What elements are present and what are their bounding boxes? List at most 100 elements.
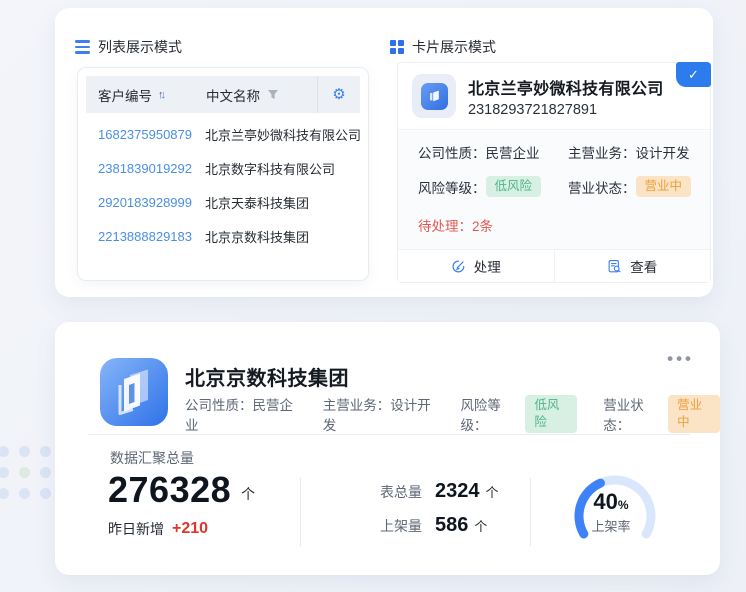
company-name: 北京兰亭妙微科技有限公司	[468, 75, 664, 99]
ellipsis-icon: •••	[667, 349, 694, 368]
deco-dot	[0, 467, 9, 478]
company-nature-field: 公司性质： 民营企业	[418, 142, 568, 162]
table-settings-cell: ⚙	[317, 76, 360, 113]
view-document-icon	[607, 259, 622, 274]
table-row[interactable]: 2381839019292 北京数字科技有限公司	[78, 151, 368, 185]
risk-level-field: 风险等级： 低风险	[418, 176, 568, 197]
divider	[88, 434, 690, 435]
table-total-stat: 表总量 2324 个	[380, 480, 499, 503]
customer-id-link[interactable]: 2381839019292	[98, 161, 205, 176]
decorative-dot-grid	[0, 446, 51, 499]
total-data-value: 276328	[108, 470, 231, 510]
risk-badge: 低风险	[486, 176, 542, 197]
table-body: 1682375950879 北京兰亭妙微科技有限公司 2381839019292…	[78, 117, 368, 253]
detail-company-name: 北京京数科技集团	[185, 362, 349, 391]
customer-name: 北京天泰科技集团	[205, 193, 309, 212]
pending-label: 待处理：	[418, 219, 472, 234]
card-mode-title: 卡片展示模式	[390, 37, 496, 57]
total-data-value-row: 276328 个	[108, 470, 255, 510]
view-button[interactable]: 查看	[554, 250, 711, 282]
column-customer-id: 客户编号 ↑↓	[86, 85, 206, 105]
total-data-label: 数据汇聚总量	[110, 448, 194, 468]
listed-stat: 上架量 586 个	[380, 514, 487, 537]
listed-value: 586	[435, 514, 468, 537]
table-header: 客户编号 ↑↓ 中文名称 ⚙	[86, 76, 360, 113]
company-fields-row: 公司性质： 民营企业 主营业务： 设计开发	[418, 142, 702, 162]
column-name: 中文名称	[206, 85, 317, 105]
book-icon	[426, 88, 443, 104]
deco-dot	[0, 446, 9, 457]
meta-nature: 公司性质：民营企业	[185, 394, 297, 434]
customer-table: 客户编号 ↑↓ 中文名称 ⚙ 1682375950879 北京兰亭妙微科技有限公…	[78, 68, 368, 280]
meta-status-label: 营业状态：	[603, 394, 664, 434]
company-logo	[412, 74, 456, 118]
deco-dot	[40, 488, 51, 499]
meta-business: 主营业务：设计开发	[323, 394, 435, 434]
company-card-footer: 处理 查看	[398, 249, 710, 282]
field-label: 营业状态：	[568, 177, 636, 197]
detail-meta-row: 公司性质：民营企业 主营业务：设计开发 风险等级： 低风险 营业状态： 营业中	[185, 394, 720, 434]
company-business-field: 主营业务： 设计开发	[568, 142, 690, 162]
total-data-unit: 个	[241, 484, 255, 510]
customer-id-link[interactable]: 2920183928999	[98, 195, 205, 210]
list-icon	[75, 40, 90, 53]
customer-id-link[interactable]: 1682375950879	[98, 127, 205, 142]
list-mode-title: 列表展示模式	[75, 37, 182, 57]
status-badge: 营业中	[668, 395, 720, 433]
company-detail-card: 北京京数科技集团 ••• 公司性质：民营企业 主营业务：设计开发 风险等级： 低…	[55, 322, 720, 575]
listed-unit: 个	[474, 516, 487, 535]
risk-badge: 低风险	[525, 395, 577, 433]
customer-id-link[interactable]: 2213888829183	[98, 229, 205, 244]
field-label: 公司性质：	[418, 142, 486, 162]
column-name-label: 中文名称	[206, 85, 260, 105]
field-label: 主营业务：	[568, 142, 636, 162]
column-customer-id-label: 客户编号	[98, 85, 152, 105]
table-total-unit: 个	[486, 482, 499, 501]
customer-name: 北京数字科技有限公司	[205, 159, 335, 178]
page: 列表展示模式 客户编号 ↑↓ 中文名称 ⚙ 1682375950879	[0, 0, 746, 592]
table-row[interactable]: 2213888829183 北京京数科技集团	[78, 219, 368, 253]
company-badges-row: 风险等级： 低风险 营业状态： 营业中	[418, 176, 702, 197]
pending-value: 2条	[472, 219, 493, 234]
field-value: 民营企业	[486, 142, 540, 162]
list-mode-label: 列表展示模式	[98, 37, 182, 57]
table-row[interactable]: 1682375950879 北京兰亭妙微科技有限公司	[78, 117, 368, 151]
deco-dot	[40, 446, 51, 457]
business-status-field: 营业状态： 营业中	[568, 176, 691, 197]
company-card-body: 公司性质： 民营企业 主营业务： 设计开发 风险等级： 低风险 营业状态：	[398, 131, 710, 249]
company-logo-icon	[421, 83, 448, 110]
yesterday-delta: +210	[172, 520, 208, 538]
table-row[interactable]: 2920183928999 北京天泰科技集团	[78, 185, 368, 219]
company-id: 2318293721827891	[468, 102, 664, 118]
filter-icon[interactable]	[267, 89, 279, 100]
edit-icon	[451, 259, 466, 274]
customer-name: 北京兰亭妙微科技有限公司	[205, 125, 361, 144]
yesterday-increase: 昨日新增 +210	[108, 519, 208, 539]
pending-count: 待处理：2条	[418, 215, 493, 235]
table-total-label: 表总量	[380, 482, 435, 502]
meta-risk-label: 风险等级：	[460, 394, 521, 434]
company-card: ✓ 北京兰亭妙微科技有限公司 2318293721827891	[397, 62, 711, 283]
listed-label: 上架量	[380, 516, 435, 536]
deco-dot	[19, 446, 30, 457]
display-modes-card: 列表展示模式 客户编号 ↑↓ 中文名称 ⚙ 1682375950879	[55, 8, 713, 297]
handle-button-label: 处理	[474, 256, 501, 276]
more-menu-button[interactable]: •••	[667, 350, 694, 367]
customer-name: 北京京数科技集团	[205, 227, 309, 246]
rate-value: 40	[593, 489, 617, 514]
listing-rate-gauge: 40% 上架率	[563, 474, 667, 558]
status-badge: 营业中	[636, 176, 692, 197]
deco-dot	[0, 488, 9, 499]
field-label: 风险等级：	[418, 177, 486, 197]
vertical-divider	[300, 478, 301, 546]
vertical-divider	[530, 478, 531, 546]
rate-label: 上架率	[563, 516, 659, 535]
deco-dot	[19, 488, 30, 499]
sort-icon[interactable]: ↑↓	[158, 89, 163, 101]
rate-unit: %	[618, 498, 629, 512]
handle-button[interactable]: 处理	[398, 250, 554, 282]
gear-icon[interactable]: ⚙	[332, 87, 345, 102]
meta-risk: 风险等级： 低风险	[460, 394, 577, 434]
deco-dot	[40, 467, 51, 478]
meta-status: 营业状态： 营业中	[603, 394, 720, 434]
